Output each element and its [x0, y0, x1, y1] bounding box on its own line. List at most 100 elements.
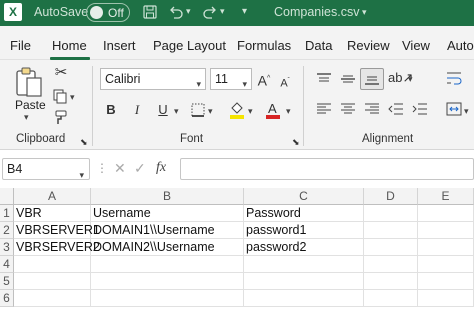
cell-a5[interactable] [14, 273, 91, 290]
cell-a2[interactable]: VBRSERVER1 [14, 222, 100, 239]
cell-e2[interactable] [418, 222, 474, 239]
increase-indent-icon[interactable] [412, 102, 428, 119]
fill-color-icon[interactable] [228, 100, 246, 123]
cancel-icon[interactable]: ✕ [114, 160, 126, 177]
cell-d2[interactable] [364, 222, 418, 239]
decrease-font-size-icon[interactable]: Aˇ [278, 73, 292, 92]
tab-formulas[interactable]: Formulas [237, 38, 291, 53]
font-color-icon[interactable]: A [264, 100, 282, 123]
cell-c6[interactable] [244, 290, 364, 307]
row-header-1[interactable]: 1 [0, 205, 14, 222]
italic-button[interactable]: I [130, 102, 144, 118]
underline-dropdown-icon[interactable]: ▾ [174, 106, 179, 117]
merge-dropdown-icon[interactable]: ▾ [464, 106, 469, 117]
cell-e3[interactable] [418, 239, 474, 256]
autosave-toggle[interactable]: Off [86, 3, 130, 22]
orientation-icon[interactable]: ab↗ [388, 70, 413, 86]
format-painter-icon[interactable] [52, 110, 68, 129]
save-icon[interactable] [142, 4, 158, 23]
cell-e5[interactable] [418, 273, 474, 290]
cell-b4[interactable] [91, 256, 244, 273]
cell-d3[interactable] [364, 239, 418, 256]
cell-a6[interactable] [14, 290, 91, 307]
row-header-4[interactable]: 4 [0, 256, 14, 273]
increase-font-size-icon[interactable]: A^ [256, 71, 272, 89]
tab-view[interactable]: View [402, 38, 430, 53]
paste-dropdown-icon[interactable]: ▾ [24, 112, 29, 123]
underline-button[interactable]: U [156, 102, 170, 118]
align-top-icon[interactable] [316, 72, 332, 89]
paste-button-label[interactable]: Paste [15, 98, 46, 112]
row-header-5[interactable]: 5 [0, 273, 14, 290]
column-header-c[interactable]: C [244, 188, 364, 205]
tab-home[interactable]: Home [52, 38, 87, 53]
cell-b5[interactable] [91, 273, 244, 290]
tab-page-layout[interactable]: Page Layout [153, 38, 226, 53]
borders-icon[interactable] [190, 102, 206, 121]
clipboard-launcher-icon[interactable]: ⬊ [80, 134, 88, 150]
filename-dropdown-icon[interactable]: ▾ [362, 7, 367, 18]
name-box-dropdown-icon[interactable]: ▾ [79, 165, 84, 185]
cell-d4[interactable] [364, 256, 418, 273]
decrease-indent-icon[interactable] [388, 102, 404, 119]
font-size-dropdown-icon[interactable]: ▾ [242, 74, 247, 94]
cell-d6[interactable] [364, 290, 418, 307]
align-bottom-button[interactable] [360, 68, 384, 90]
align-center-icon[interactable] [340, 102, 356, 119]
undo-icon[interactable] [168, 4, 184, 23]
row-header-3[interactable]: 3 [0, 239, 14, 256]
tab-data[interactable]: Data [305, 38, 332, 53]
row-header-2[interactable]: 2 [0, 222, 14, 239]
cut-icon[interactable]: ✂ [52, 65, 70, 81]
cell-e6[interactable] [418, 290, 474, 307]
row-header-6[interactable]: 6 [0, 290, 14, 307]
redo-icon[interactable] [202, 4, 218, 23]
font-name-box[interactable]: Calibri ▾ [100, 68, 206, 90]
undo-dropdown-icon[interactable]: ▾ [186, 6, 191, 17]
cell-b3[interactable]: DOMAIN2\\Username [91, 239, 244, 256]
bold-button[interactable]: B [104, 102, 118, 118]
enter-icon[interactable]: ✓ [134, 160, 146, 177]
column-header-e[interactable]: E [418, 188, 474, 205]
font-color-dropdown-icon[interactable]: ▾ [286, 106, 291, 117]
cell-d1[interactable] [364, 205, 418, 222]
cell-d5[interactable] [364, 273, 418, 290]
tab-automate[interactable]: Autom [447, 38, 474, 53]
orientation-dropdown-icon[interactable]: ▾ [408, 74, 413, 85]
redo-dropdown-icon[interactable]: ▾ [220, 6, 225, 17]
align-right-icon[interactable] [364, 102, 380, 119]
align-middle-icon[interactable] [340, 72, 356, 89]
font-size-box[interactable]: 11 ▾ [210, 68, 252, 90]
select-all-corner[interactable] [0, 188, 14, 205]
customize-toolbar-icon[interactable]: ▾ [242, 6, 247, 17]
cell-c3[interactable]: password2 [244, 239, 364, 256]
wrap-text-icon[interactable] [446, 70, 462, 89]
cell-a4[interactable] [14, 256, 91, 273]
cell-b2[interactable]: DOMAIN1\\Username [91, 222, 244, 239]
merge-center-icon[interactable] [446, 102, 462, 119]
tab-insert[interactable]: Insert [103, 38, 136, 53]
cell-a1[interactable]: VBR [14, 205, 91, 222]
cell-e1[interactable] [418, 205, 474, 222]
formula-input[interactable] [180, 158, 474, 180]
copy-icon[interactable] [52, 88, 68, 107]
insert-function-icon[interactable]: fx [156, 160, 166, 176]
cell-c5[interactable] [244, 273, 364, 290]
column-header-b[interactable]: B [91, 188, 244, 205]
cell-b1[interactable]: Username [91, 205, 244, 222]
font-launcher-icon[interactable]: ⬊ [292, 134, 300, 150]
cell-e4[interactable] [418, 256, 474, 273]
column-header-d[interactable]: D [364, 188, 418, 205]
tab-file[interactable]: File [10, 38, 31, 53]
cell-c2[interactable]: password1 [244, 222, 364, 239]
name-box[interactable]: B4 ▾ [2, 158, 90, 180]
cell-c1[interactable]: Password [244, 205, 364, 222]
paste-icon[interactable] [14, 66, 44, 101]
borders-dropdown-icon[interactable]: ▾ [208, 106, 213, 117]
align-left-icon[interactable] [316, 102, 332, 119]
font-name-dropdown-icon[interactable]: ▾ [196, 74, 201, 94]
cell-b6[interactable] [91, 290, 244, 307]
cell-c4[interactable] [244, 256, 364, 273]
copy-dropdown-icon[interactable]: ▾ [70, 92, 75, 103]
tab-review[interactable]: Review [347, 38, 390, 53]
